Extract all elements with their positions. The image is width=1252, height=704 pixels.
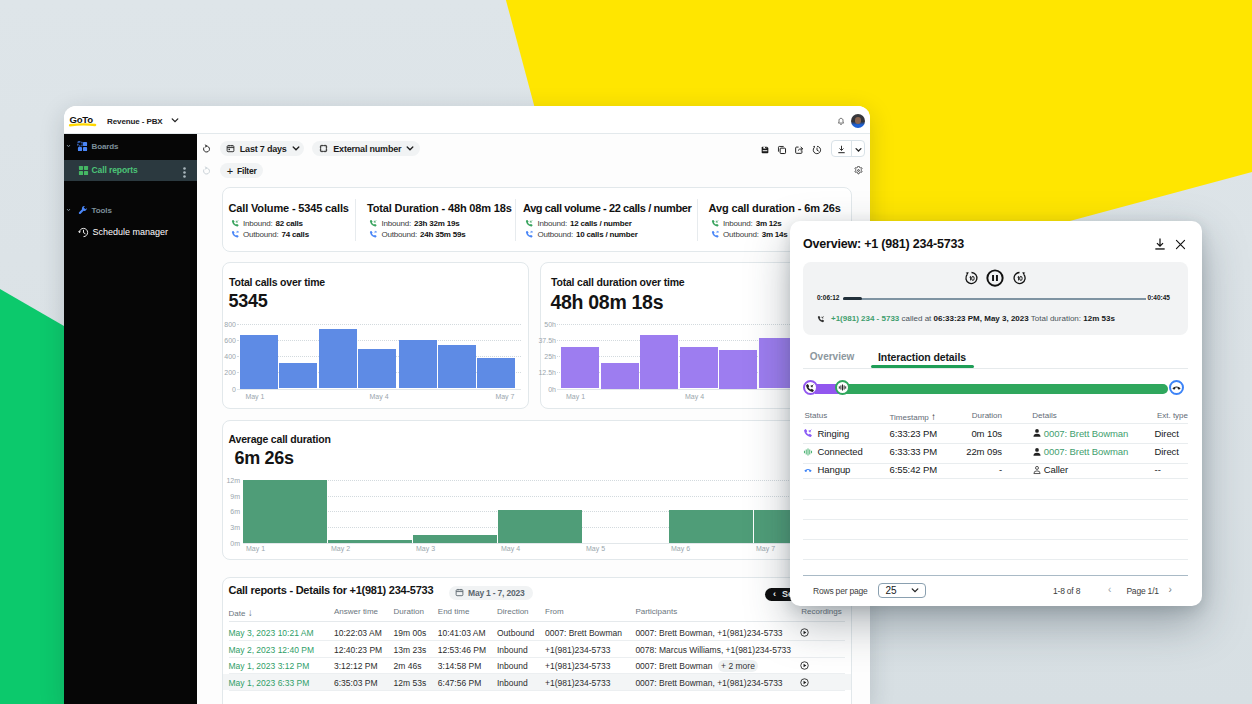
svg-text:GoTo: GoTo [70, 114, 94, 125]
